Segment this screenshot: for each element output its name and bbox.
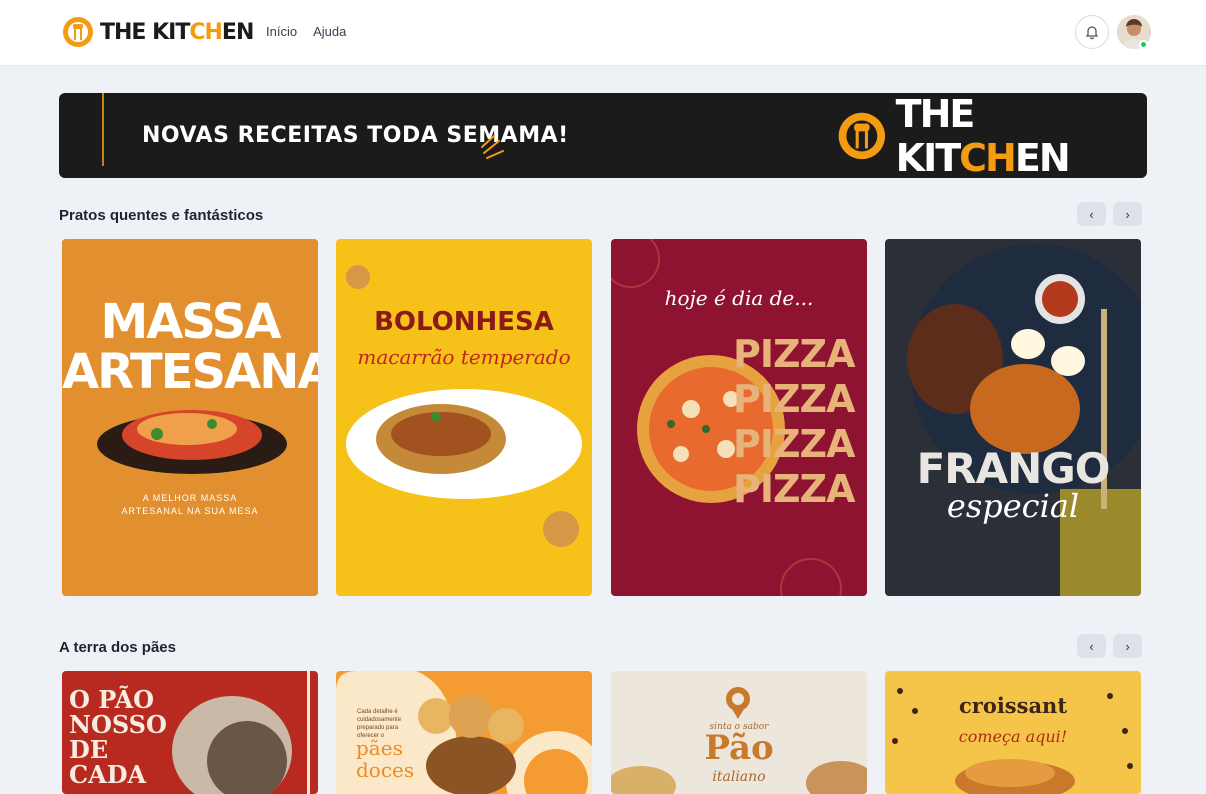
card-small-line2: cuidadosamente — [357, 717, 402, 723]
banner-logo-text: THE KITCHEN — [895, 93, 1071, 178]
chicken-plate-image — [885, 239, 1141, 596]
recipe-card-bolonhesa[interactable]: BOLONHESA macarrão temperado — [336, 239, 592, 596]
chef-logo-icon — [63, 17, 93, 47]
card-title-line2: macarrão temperado — [357, 345, 571, 369]
recipe-card-pizza[interactable]: hoje é dia de... PIZZA PIZZA PIZZA PIZZA — [611, 239, 867, 596]
pizza-word: PIZZA — [733, 332, 856, 376]
online-status-dot — [1139, 40, 1148, 49]
pizza-word: PIZZA — [733, 377, 856, 421]
prev-arrow-button[interactable]: ‹ — [1077, 634, 1106, 658]
main-nav: Início Ajuda — [266, 24, 346, 39]
recipe-card-paes-doces[interactable]: Cada detalhe é cuidadosamente preparado … — [336, 671, 592, 794]
card-title-line3: DE — [69, 735, 109, 764]
promo-banner[interactable]: NOVAS RECEITAS TODA SEMAMA! THE KITCHEN — [59, 93, 1147, 178]
recipe-card-massa[interactable]: MASSA ARTESANAL A MELHOR MASSA ARTESANAL… — [62, 239, 318, 596]
top-navbar: THE KITCHEN Início Ajuda — [0, 0, 1206, 66]
card-small-line3: preparado para — [357, 725, 399, 731]
pasta-plate-image — [62, 239, 318, 596]
section-title-pratos: Pratos quentes e fantásticos — [59, 207, 264, 224]
card-title-line1: Pão — [704, 728, 774, 768]
banner-divider — [102, 93, 104, 166]
nav-inicio-link[interactable]: Início — [266, 24, 297, 39]
card-title-line2: doces — [356, 758, 415, 782]
chevron-left-icon: ‹ — [1089, 206, 1094, 222]
card-title-line1: O PÃO — [69, 685, 155, 714]
recipe-card-frango[interactable]: FRANGO especial — [885, 239, 1141, 596]
next-arrow-button[interactable]: › — [1113, 202, 1142, 226]
card-title-line1: pães — [356, 736, 403, 760]
card-subtitle-line2: ARTESANAL NA SUA MESA — [121, 506, 259, 516]
recipe-card-croissant[interactable]: croissant começa aqui! — [885, 671, 1141, 794]
logo-text: THE KITCHEN — [100, 19, 254, 45]
banner-logo: THE KITCHEN — [834, 93, 1147, 178]
card-title-line1: BOLONHESA — [374, 307, 554, 337]
card-small-line1: Cada detalhe é — [357, 709, 398, 715]
card-title-line2: italiano — [712, 769, 766, 785]
chevron-right-icon: › — [1125, 638, 1130, 654]
card-title-line2: NOSSO — [69, 710, 167, 739]
recipe-card-pao-nosso[interactable]: O PÃO NOSSO DE CADA — [62, 671, 318, 794]
prev-arrow-button[interactable]: ‹ — [1077, 202, 1106, 226]
card-title-line1: hoje é dia de... — [664, 286, 814, 310]
card-title-line1: croissant — [958, 693, 1068, 718]
chevron-left-icon: ‹ — [1089, 638, 1094, 654]
app-logo[interactable]: THE KITCHEN — [60, 14, 254, 50]
card-title-line1: FRANGO — [916, 444, 1111, 493]
chevron-right-icon: › — [1125, 206, 1130, 222]
card-subtitle-line1: A MELHOR MASSA — [142, 493, 238, 503]
card-title-line1: MASSA — [100, 294, 281, 350]
card-title-line2: especial — [946, 487, 1080, 525]
next-arrow-button[interactable]: › — [1113, 634, 1142, 658]
bolognese-plate-image — [336, 239, 592, 596]
card-title-line2: começa aqui! — [958, 727, 1068, 746]
card-title-line4: CADA — [69, 760, 147, 789]
card-title-line2: ARTESANAL — [62, 344, 318, 400]
nav-ajuda-link[interactable]: Ajuda — [313, 24, 346, 39]
pizza-word: PIZZA — [733, 467, 856, 511]
notifications-button[interactable] — [1075, 15, 1109, 49]
spark-lines-icon — [481, 135, 504, 159]
recipe-card-pao-italiano[interactable]: sinta o sabor Pão italiano — [611, 671, 867, 794]
bell-icon — [1085, 26, 1099, 40]
section-title-paes: A terra dos pães — [59, 639, 176, 656]
pizza-word: PIZZA — [733, 422, 856, 466]
chef-logo-icon — [838, 112, 886, 160]
